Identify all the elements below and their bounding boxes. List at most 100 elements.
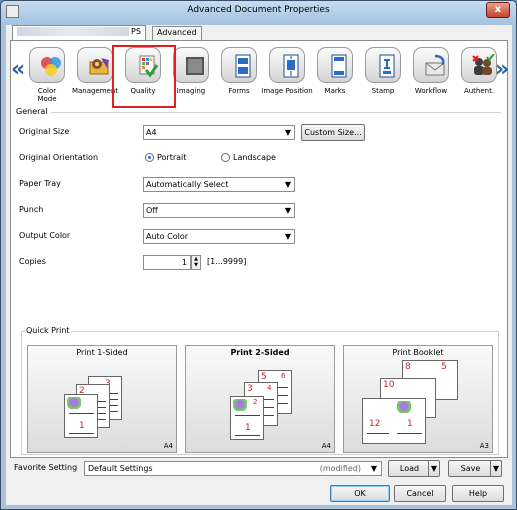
chevron-down-icon[interactable]: ▼ <box>490 461 501 476</box>
chevron-down-icon: ▼ <box>284 180 291 189</box>
quick-print-booklet[interactable]: Print Booklet 8 5 10 12 1 A3 <box>343 345 493 453</box>
punch-value: Off <box>146 206 158 215</box>
landscape-radio[interactable] <box>221 153 230 162</box>
flower-image <box>233 399 247 411</box>
general-heading: General <box>16 107 48 116</box>
forms-bubble <box>221 47 257 83</box>
ok-button[interactable]: OK <box>330 485 390 502</box>
help-button[interactable]: Help <box>452 485 504 502</box>
image-position-page-icon <box>283 54 299 78</box>
page-sheet: 2 1 <box>230 396 264 440</box>
stamp-page-icon <box>379 54 395 78</box>
text-line <box>69 433 94 434</box>
page-number: 5 <box>261 372 267 382</box>
save-button[interactable]: Save ▼ <box>448 460 502 477</box>
chevron-down-icon: ▼ <box>284 128 291 137</box>
quality-highlight-frame <box>112 45 176 108</box>
chevron-down-icon[interactable]: ▼ <box>428 461 439 476</box>
chevron-down-icon: ▼ <box>370 464 377 473</box>
authentication-bubble <box>461 47 497 83</box>
color-circles-icon <box>41 57 61 76</box>
flower-image <box>67 397 81 409</box>
users-authentication-icon <box>472 54 495 75</box>
booklet-spread: 12 1 <box>362 398 426 444</box>
advanced-document-properties-window: Advanced Document Properties x PS Advanc… <box>0 0 517 510</box>
page-number: 3 <box>247 384 253 394</box>
copies-stepper[interactable]: ▲ ▼ <box>191 255 201 270</box>
tab-panel: « » Color Mode Management Quality Imagin… <box>10 40 509 458</box>
title-bar[interactable]: Advanced Document Properties x <box>1 1 516 23</box>
text-line <box>397 433 422 434</box>
tab-strip: PS Advanced <box>10 25 508 41</box>
favorite-setting-select[interactable]: Default Settings (modified) ▼ <box>84 461 382 476</box>
output-color-select[interactable]: Auto Color ▼ <box>143 229 295 244</box>
cancel-button[interactable]: Cancel <box>394 485 446 502</box>
dialog-client: PS Advanced « » Color Mode Management Qu… <box>6 25 512 505</box>
scroll-left-button[interactable]: « <box>11 59 25 83</box>
category-workflow[interactable]: Workflow <box>407 45 455 103</box>
preset-name: Print 1-Sided <box>76 348 128 357</box>
custom-size-button[interactable]: Custom Size... <box>301 124 365 141</box>
landscape-label: Landscape <box>233 153 276 162</box>
chevron-down-icon: ▼ <box>284 206 291 215</box>
imaging-bubble <box>173 47 209 83</box>
portrait-label: Portrait <box>157 153 187 162</box>
quick-print-1-sided[interactable]: Print 1-Sided 3 2 1 <box>27 345 177 453</box>
tab-ps-label: PS <box>131 27 141 36</box>
management-bubble <box>77 47 113 83</box>
tab-advanced[interactable]: Advanced <box>152 26 202 40</box>
preset-name: Print Booklet <box>392 348 444 357</box>
general-divider <box>51 112 501 113</box>
flower-image <box>397 401 411 413</box>
punch-label: Punch <box>19 205 44 214</box>
page-sheet: 1 <box>64 394 98 438</box>
color-mode-bubble <box>29 47 65 83</box>
favorite-setting-value: Default Settings <box>88 464 153 473</box>
image-position-bubble <box>269 47 305 83</box>
chevron-down-icon: ▼ <box>284 232 291 241</box>
copies-input[interactable]: 1 <box>143 255 191 270</box>
page-number: 2 <box>253 398 258 406</box>
output-color-value: Auto Color <box>146 232 189 241</box>
page-number: 12 <box>369 419 381 429</box>
category-color-mode[interactable]: Color Mode <box>23 45 71 103</box>
marks-bubble <box>317 47 353 83</box>
quick-print-heading: Quick Print <box>25 326 71 335</box>
paper-tray-select[interactable]: Automatically Select ▼ <box>143 177 295 192</box>
page-number: 1 <box>79 421 85 431</box>
tab-ps[interactable]: PS <box>12 25 146 41</box>
category-image-position[interactable]: Image Position <box>261 45 313 103</box>
imaging-square-icon <box>186 57 204 75</box>
category-forms[interactable]: Forms <box>215 45 263 103</box>
page-number: 4 <box>267 384 272 392</box>
close-button[interactable]: x <box>486 2 510 18</box>
load-label: Load <box>399 464 420 473</box>
page-number: 5 <box>441 362 447 372</box>
text-line <box>69 413 94 414</box>
paper-tray-value: Automatically Select <box>146 180 229 189</box>
page-number: 1 <box>245 423 251 433</box>
text-line <box>235 435 260 436</box>
general-group: General Original Size A4 ▼ Custom Size..… <box>15 107 503 343</box>
quick-print-2-sided[interactable]: Print 2-Sided 5 6 3 4 2 1 A4 <box>185 345 335 453</box>
blurred-tab-prefix <box>17 27 129 36</box>
category-stamp[interactable]: Stamp <box>359 45 407 103</box>
portrait-radio[interactable] <box>145 153 154 162</box>
workflow-bubble <box>413 47 449 83</box>
load-button[interactable]: Load ▼ <box>388 460 440 477</box>
gear-folder-icon <box>89 58 109 75</box>
modified-status: (modified) <box>319 464 361 473</box>
text-line <box>367 433 389 434</box>
copies-range: [1...9999] <box>207 257 247 266</box>
text-line <box>235 415 260 416</box>
punch-select[interactable]: Off ▼ <box>143 203 295 218</box>
preset-name: Print 2-Sided <box>230 348 290 357</box>
window-title: Advanced Document Properties <box>187 5 330 15</box>
category-marks[interactable]: Marks <box>311 45 359 103</box>
marks-page-icon <box>331 54 347 78</box>
original-size-select[interactable]: A4 ▼ <box>143 125 295 140</box>
stamp-bubble <box>365 47 401 83</box>
tab-advanced-label: Advanced <box>157 28 197 37</box>
category-authentication[interactable]: Authent. <box>455 45 503 103</box>
original-size-label: Original Size <box>19 127 70 136</box>
